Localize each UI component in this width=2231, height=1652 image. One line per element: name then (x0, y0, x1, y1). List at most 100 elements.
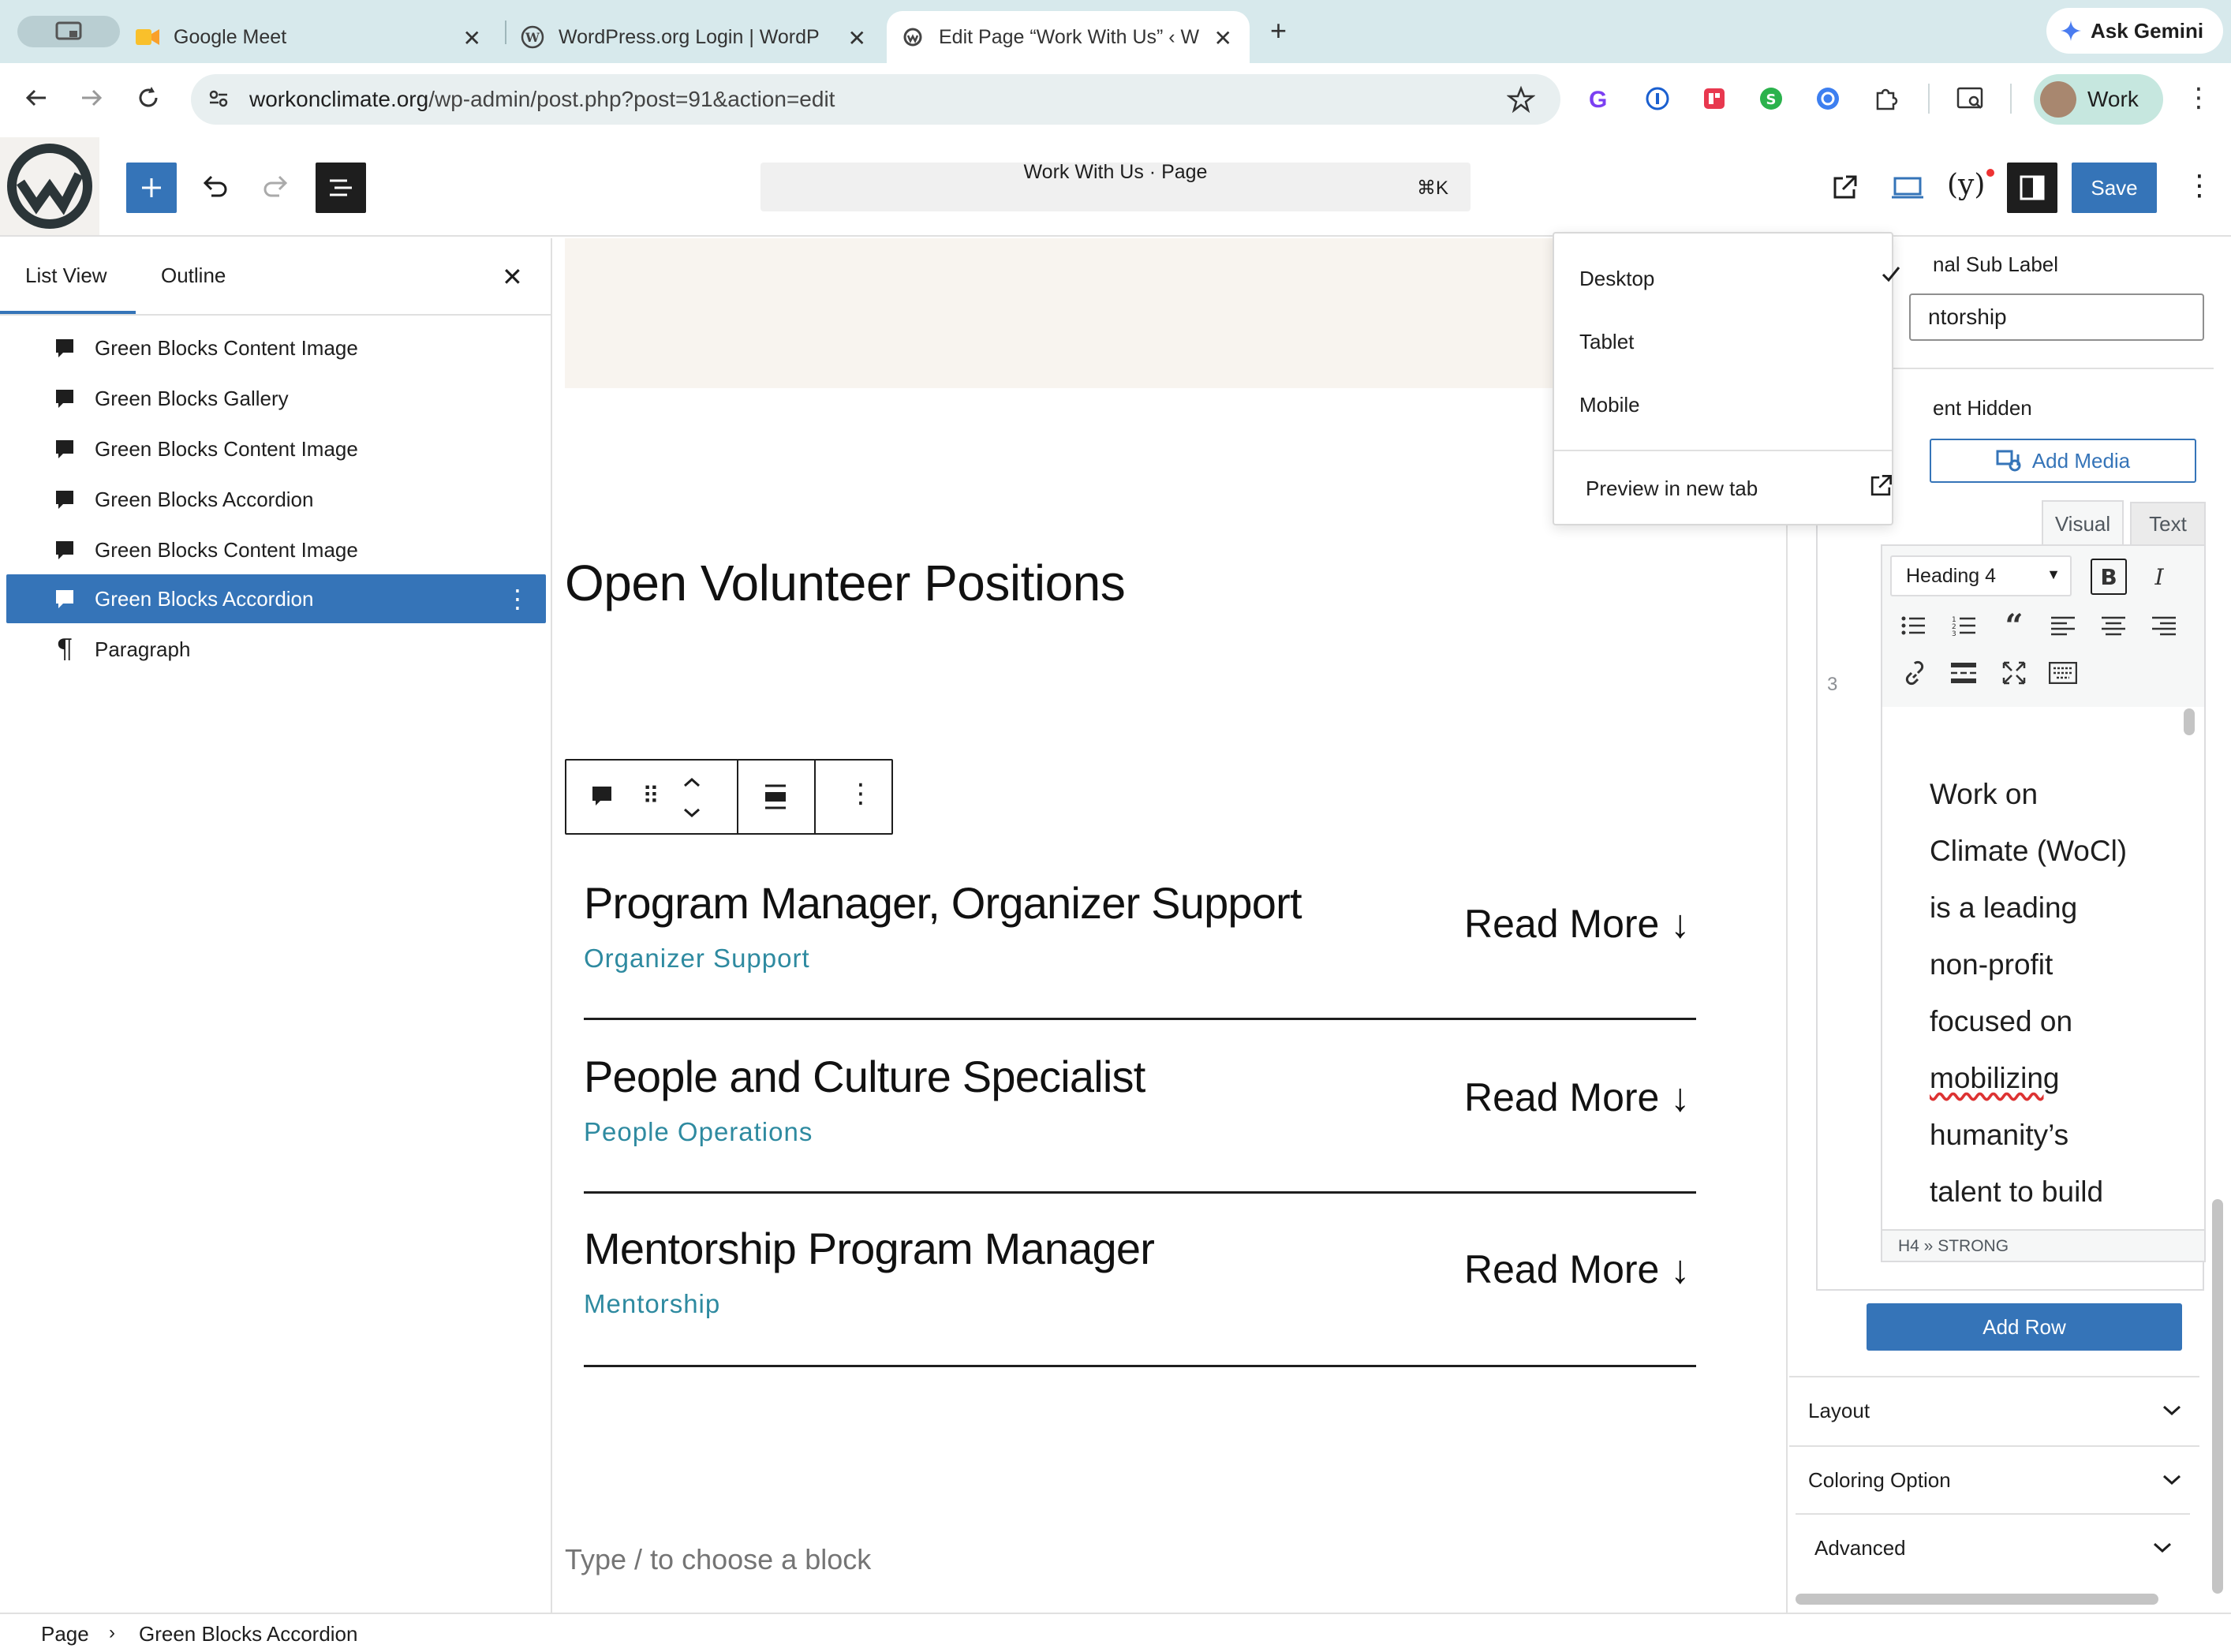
editor-scrollbar[interactable] (2184, 708, 2195, 735)
tab-group-icon[interactable] (17, 16, 120, 47)
numbered-list-icon[interactable]: 123 (1945, 607, 1982, 644)
list-item[interactable]: Green Blocks Accordion (6, 475, 546, 524)
blockquote-icon[interactable]: “ (1996, 607, 2032, 645)
breadcrumb-block[interactable]: Green Blocks Accordion (139, 1622, 357, 1646)
forward-icon[interactable] (77, 84, 106, 112)
document-overview-button[interactable] (316, 163, 366, 213)
menu-item-tablet[interactable]: Tablet (1579, 330, 1634, 354)
paragraph-icon: ¶ (56, 634, 73, 665)
tab-edit-page[interactable]: Edit Page “Work With Us” ‹ W ✕ (887, 11, 1250, 63)
tab-text[interactable]: Text (2130, 502, 2206, 544)
site-logo[interactable] (0, 137, 99, 235)
avatar (2040, 81, 2076, 118)
save-button[interactable]: Save (2072, 163, 2157, 213)
site-settings-icon[interactable] (207, 87, 230, 110)
add-media-button[interactable]: Add Media (1930, 439, 2196, 483)
panel-advanced[interactable]: Advanced (1796, 1513, 2190, 1581)
block-appender-placeholder[interactable]: Type / to choose a block (565, 1543, 871, 1576)
tab-outline[interactable]: Outline (161, 263, 226, 288)
back-icon[interactable] (22, 84, 50, 112)
tab-search-icon[interactable] (1956, 85, 1985, 112)
accordion-title[interactable]: Program Manager, Organizer Support (584, 877, 1302, 929)
list-item[interactable]: ¶ Paragraph (6, 625, 546, 674)
extensions-puzzle-icon[interactable] (1873, 85, 1900, 112)
close-icon[interactable]: ✕ (848, 25, 866, 51)
tab-google-meet[interactable]: Google Meet ✕ (136, 11, 495, 63)
item-options-icon[interactable]: ⋮ (505, 584, 530, 614)
svg-text:W: W (525, 30, 540, 45)
add-row-button[interactable]: Add Row (1867, 1303, 2182, 1351)
new-tab-icon[interactable]: + (1270, 14, 1287, 47)
read-more-toggle[interactable]: Read More ↓ (1464, 1246, 1690, 1292)
close-icon[interactable]: ✕ (463, 25, 481, 51)
read-more-tag-icon[interactable] (1945, 655, 1982, 691)
undo-icon[interactable] (199, 172, 230, 204)
align-left-icon[interactable] (2045, 607, 2081, 644)
list-view-icon (330, 179, 352, 196)
drag-handle-icon[interactable]: ⠿ (642, 783, 660, 810)
editor-line: humanity’s (1930, 1119, 2069, 1151)
password-manager-extension-icon[interactable] (1646, 87, 1669, 110)
content-image-block[interactable] (565, 238, 1559, 388)
read-more-toggle[interactable]: Read More ↓ (1464, 901, 1690, 947)
bullet-list-icon[interactable] (1895, 607, 1931, 644)
yoast-seo-icon[interactable]: (y) (1947, 169, 1995, 201)
editor-line: Climate (WoCl) (1930, 835, 2128, 867)
close-icon[interactable]: ✕ (502, 262, 523, 292)
reload-icon[interactable] (134, 84, 163, 112)
format-select[interactable]: Heading 4 ▼ (1890, 555, 2072, 596)
chevron-down-icon: ▼ (2046, 566, 2061, 582)
comment-block-icon (49, 433, 80, 465)
accordion-title[interactable]: People and Culture Specialist (584, 1051, 1145, 1102)
sidebar-horizontal-scrollbar[interactable] (1796, 1594, 2158, 1605)
ask-gemini-button[interactable]: Ask Gemini (2046, 8, 2223, 54)
comment-block-icon[interactable] (590, 784, 614, 808)
editor-line: talent to build (1930, 1175, 2104, 1208)
s-extension-icon[interactable]: S (1759, 87, 1783, 110)
list-item[interactable]: Green Blocks Content Image (6, 424, 546, 473)
tab-wordpress-login[interactable]: W WordPress.org Login | WordP ✕ (521, 11, 880, 63)
view-page-external-icon[interactable] (1829, 172, 1860, 204)
device-preview-icon[interactable] (1890, 174, 1925, 202)
browser-menu-icon[interactable]: ⋮ (2185, 82, 2212, 114)
redo-icon[interactable] (260, 172, 292, 204)
sidebar-scrollbar[interactable] (2212, 1199, 2223, 1594)
move-up-down-icon[interactable] (682, 772, 702, 824)
bookmark-star-icon[interactable] (1507, 85, 1535, 114)
align-right-icon[interactable] (2146, 607, 2182, 644)
close-icon[interactable]: ✕ (1214, 25, 1232, 51)
breadcrumb-page[interactable]: Page (41, 1622, 89, 1646)
panel-layout[interactable]: Layout (1789, 1376, 2199, 1444)
more-options-icon[interactable]: ⋮ (847, 778, 874, 809)
menu-item-preview-new-tab[interactable]: Preview in new tab (1586, 477, 1758, 501)
fullscreen-icon[interactable] (1996, 655, 2032, 691)
menu-item-mobile[interactable]: Mobile (1579, 393, 1640, 417)
panel-coloring-option[interactable]: Coloring Option (1789, 1445, 2199, 1513)
settings-sidebar-button[interactable] (2007, 163, 2057, 213)
options-menu-icon[interactable]: ⋮ (2185, 169, 2214, 202)
accordion-title[interactable]: Mentorship Program Manager (584, 1223, 1155, 1274)
read-more-toggle[interactable]: Read More ↓ (1464, 1075, 1690, 1120)
italic-button[interactable]: I (2141, 559, 2177, 595)
menu-item-desktop[interactable]: Desktop (1579, 267, 1654, 291)
comment-block-icon (49, 332, 80, 364)
tab-list-view[interactable]: List View (25, 263, 107, 288)
monday-extension-icon[interactable] (1702, 87, 1726, 110)
align-icon[interactable] (762, 783, 789, 811)
link-icon[interactable] (1895, 655, 1931, 691)
link-extension-icon[interactable] (1816, 87, 1840, 110)
keyboard-icon[interactable] (2045, 655, 2081, 691)
tab-visual[interactable]: Visual (2042, 500, 2124, 546)
grammarly-extension-icon[interactable]: G (1589, 87, 1613, 113)
profile-label: Work (2087, 87, 2139, 111)
list-item[interactable]: Green Blocks Content Image (6, 525, 546, 574)
list-item-selected[interactable]: Green Blocks Accordion ⋮ (6, 574, 546, 623)
profile-button[interactable]: Work (2034, 74, 2163, 125)
page-heading[interactable]: Open Volunteer Positions (565, 554, 1126, 612)
media-icon (1996, 450, 2021, 472)
list-item[interactable]: Green Blocks Gallery (6, 374, 546, 423)
list-item[interactable]: Green Blocks Content Image (6, 323, 546, 372)
add-block-button[interactable] (126, 163, 177, 213)
align-center-icon[interactable] (2095, 607, 2132, 644)
bold-button[interactable]: B (2091, 559, 2127, 595)
